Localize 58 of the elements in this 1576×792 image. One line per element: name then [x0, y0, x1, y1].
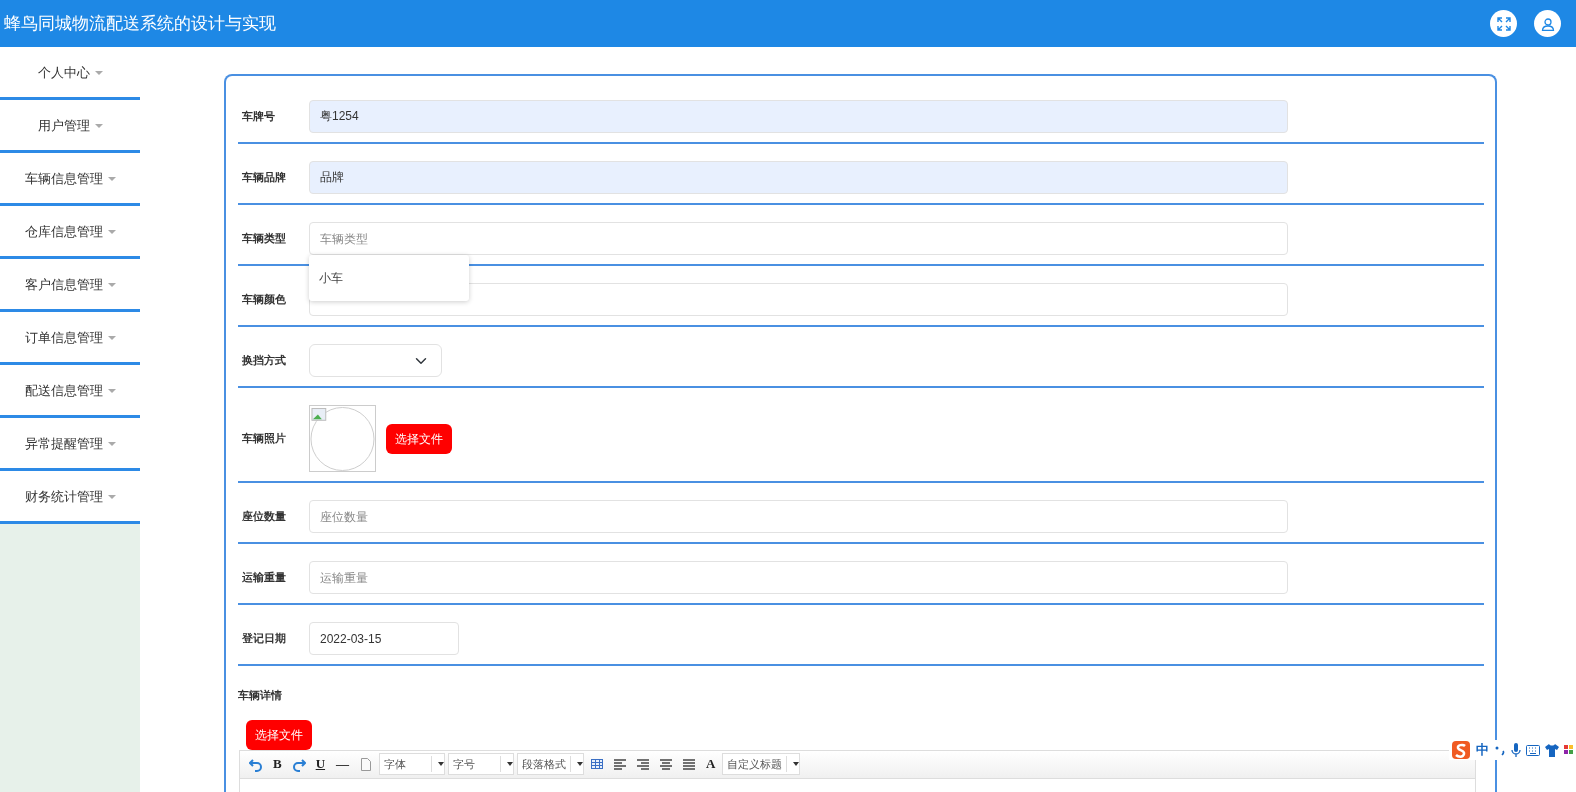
- page-icon[interactable]: [359, 756, 374, 772]
- sidebar-menu-item[interactable]: 仓库信息管理: [0, 206, 140, 259]
- align-left-icon[interactable]: [613, 756, 628, 772]
- sidebar-menu-item[interactable]: 客户信息管理: [0, 259, 140, 312]
- select-field[interactable]: [309, 344, 442, 377]
- user-icon: [1540, 16, 1555, 31]
- choose-file-button[interactable]: 选择文件: [386, 423, 452, 454]
- field-label: 运输重量: [241, 570, 287, 586]
- field-label: 座位数量: [241, 509, 287, 525]
- sidebar-menu-item[interactable]: 配送信息管理: [0, 365, 140, 418]
- format-button[interactable]: A: [702, 754, 720, 774]
- redo-icon[interactable]: [291, 756, 306, 772]
- keyboard-icon[interactable]: [1526, 744, 1540, 756]
- field-label: 车辆详情: [238, 688, 283, 703]
- app-title: 蜂鸟同城物流配送系统的设计与实现: [4, 12, 276, 35]
- input-field[interactable]: 运输重量: [309, 561, 1288, 594]
- sidebar-menu-item[interactable]: 车辆信息管理: [0, 153, 140, 206]
- fullscreen-button[interactable]: [1490, 10, 1517, 37]
- undo-icon[interactable]: [249, 756, 263, 772]
- user-button[interactable]: [1534, 10, 1561, 37]
- sidebar-menu-item[interactable]: 订单信息管理: [0, 312, 140, 365]
- toolbar-dropdown[interactable]: 字号: [448, 753, 515, 775]
- expand-icon: [1496, 16, 1511, 31]
- justify-icon[interactable]: [682, 756, 697, 772]
- field-label: 车辆品牌: [241, 170, 287, 186]
- microphone-icon[interactable]: [1511, 743, 1521, 757]
- format-button[interactable]: —: [332, 754, 354, 774]
- punctuation-icon[interactable]: [1494, 744, 1506, 756]
- sidebar-menu-item[interactable]: 个人中心: [0, 47, 140, 100]
- align-center-icon[interactable]: [659, 756, 674, 772]
- input-field[interactable]: 粤1254: [309, 100, 1288, 133]
- field-label: 车牌号: [241, 109, 276, 125]
- align-right-icon[interactable]: [636, 756, 651, 772]
- input-field[interactable]: 品牌: [309, 161, 1288, 194]
- toolbar-dropdown[interactable]: 自定义标题: [722, 753, 801, 775]
- date-field[interactable]: 2022-03-15: [309, 622, 459, 655]
- toolbar-dropdown[interactable]: 字体: [379, 753, 446, 775]
- sidebar-menu-item[interactable]: 异常提醒管理: [0, 418, 140, 471]
- format-button[interactable]: U: [311, 754, 330, 774]
- toolbar-dropdown[interactable]: 段落格式: [517, 753, 585, 775]
- field-label: 换挡方式: [241, 353, 287, 369]
- ime-mode-label[interactable]: 中: [1476, 740, 1489, 760]
- table-icon[interactable]: [590, 756, 605, 772]
- suggestion-item[interactable]: 小车: [309, 255, 469, 301]
- format-button[interactable]: B: [269, 754, 286, 774]
- field-label: 登记日期: [241, 631, 287, 647]
- input-field[interactable]: [309, 283, 1288, 316]
- sidebar-menu-item[interactable]: 财务统计管理: [0, 471, 140, 524]
- shirt-icon[interactable]: [1545, 743, 1559, 757]
- field-label: 车辆照片: [241, 431, 287, 447]
- choose-file-button[interactable]: 选择文件: [246, 719, 312, 750]
- field-label: 车辆类型: [241, 231, 287, 247]
- field-label: 车辆颜色: [241, 292, 287, 308]
- grid-icon[interactable]: [1564, 744, 1574, 756]
- input-field[interactable]: 车辆类型: [309, 222, 1288, 255]
- input-field[interactable]: 座位数量: [309, 500, 1288, 533]
- sidebar-menu-item[interactable]: 用户管理: [0, 100, 140, 153]
- image-placeholder: [309, 405, 376, 472]
